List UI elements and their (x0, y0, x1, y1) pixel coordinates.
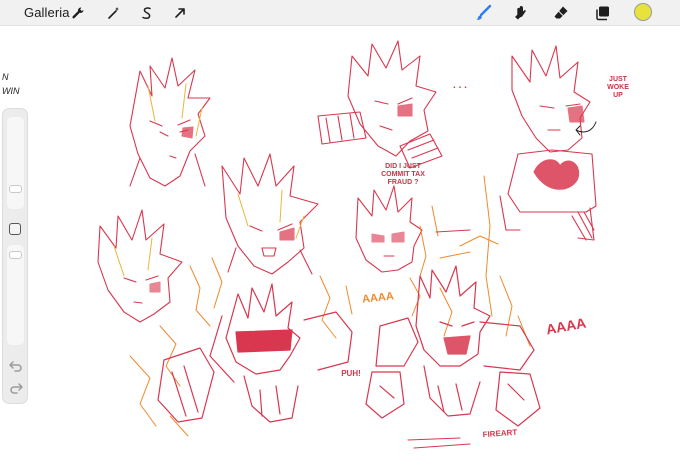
undo-arrow-icon[interactable] (8, 359, 24, 373)
color-picker-swatch[interactable] (634, 3, 652, 21)
side-text-bottom: WIN (2, 86, 20, 96)
sketch-head-2 (317, 40, 443, 169)
side-text-top: N (2, 72, 9, 82)
sketch-flames (129, 175, 531, 437)
gallery-button[interactable]: Galleria (24, 5, 70, 20)
annotation-ellipsis: . . . (453, 80, 467, 91)
layers-icon[interactable] (593, 3, 613, 23)
brush-size-thumb[interactable] (9, 185, 22, 193)
sketch-robot-left (157, 283, 353, 423)
sketch-head-3 (221, 153, 319, 275)
top-toolbar: Galleria (0, 0, 680, 26)
annotation-puh: PUH! (341, 369, 361, 378)
annotation-tax-fraud: DID I JUST COMMIT TAX FRAUD ? (381, 163, 425, 186)
sketch-head-5 (97, 209, 183, 323)
opacity-slider[interactable] (7, 245, 24, 345)
arrow-cursor-icon[interactable] (170, 3, 190, 23)
sketch-figure-shirt (499, 45, 597, 241)
wrench-icon[interactable] (68, 3, 88, 23)
brush-icon[interactable] (474, 3, 494, 23)
annotation-just-woke-up: JUST WOKE UP (607, 76, 629, 99)
smudge-icon[interactable] (511, 3, 531, 23)
drawing-canvas[interactable]: . . . JUST WOKE UP DID I JUST COMMIT TAX… (0, 26, 680, 472)
opacity-thumb[interactable] (9, 251, 22, 259)
selection-s-icon[interactable] (137, 3, 157, 23)
redo-arrow-icon[interactable] (8, 381, 24, 395)
sketch-head-4 (355, 185, 423, 273)
sketch-head-1 (129, 57, 211, 187)
brush-size-slider[interactable] (7, 117, 24, 209)
eraser-icon[interactable] (551, 3, 571, 23)
magic-wand-icon[interactable] (104, 3, 124, 23)
modify-square-icon[interactable] (9, 223, 21, 235)
side-toolbar (2, 108, 28, 404)
sketch-artwork (97, 40, 597, 449)
